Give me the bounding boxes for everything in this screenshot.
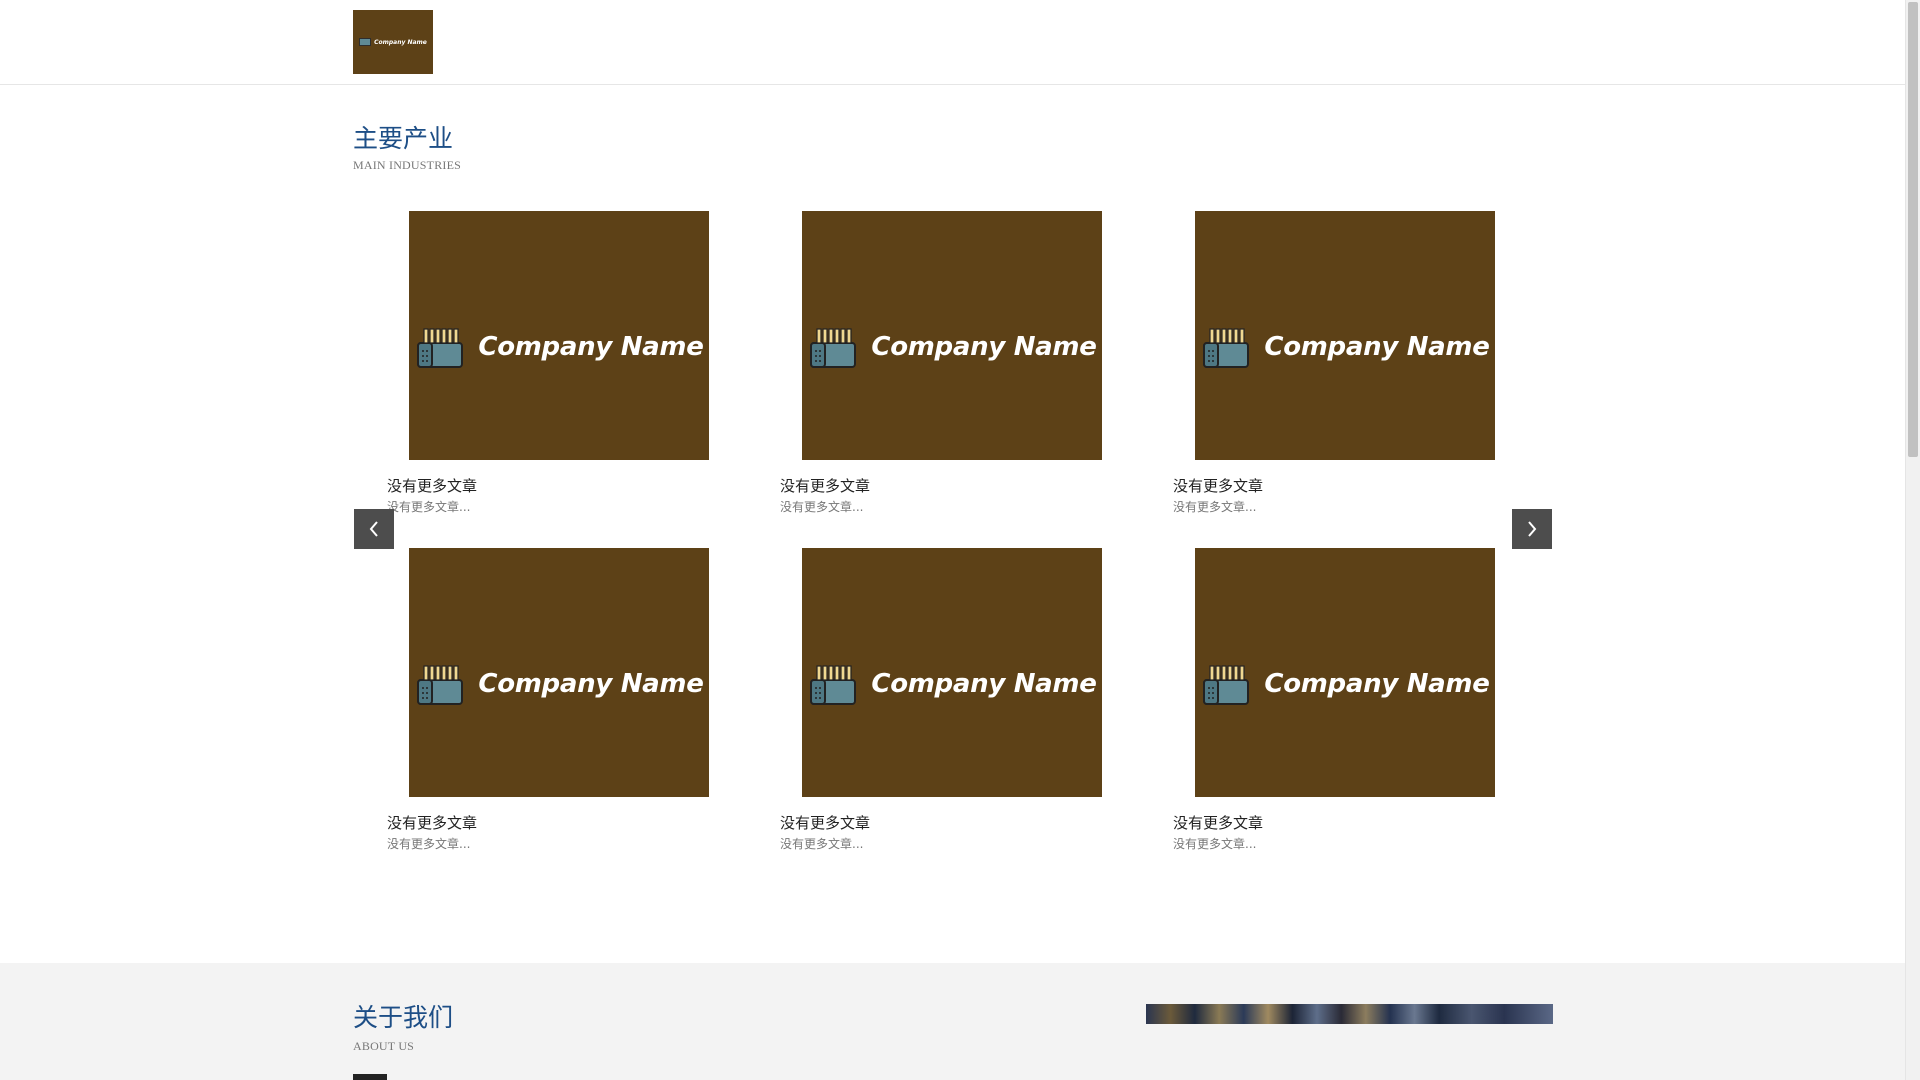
site-header: Company Name <box>0 0 1905 85</box>
battery-pack-icon <box>810 664 857 705</box>
industry-card: Company Name 没有更多文章 没有更多文章... <box>353 205 709 525</box>
card-excerpt: 没有更多文章... <box>387 500 471 514</box>
card-image[interactable]: Company Name <box>1195 548 1495 797</box>
industry-card: Company Name 没有更多文章 没有更多文章... <box>1139 542 1495 862</box>
carousel-next-button[interactable] <box>1512 509 1552 549</box>
card-excerpt: 没有更多文章... <box>387 837 471 851</box>
card-image[interactable]: Company Name <box>409 211 709 460</box>
card-excerpt: 没有更多文章... <box>780 500 864 514</box>
card-image[interactable]: Company Name <box>409 548 709 797</box>
battery-pack-icon <box>1203 664 1250 705</box>
card-image-text: Company Name <box>1264 331 1490 362</box>
logo-text: Company Name <box>374 38 427 46</box>
card-image-text: Company Name <box>478 331 704 362</box>
chevron-left-icon <box>369 521 378 537</box>
site-logo[interactable]: Company Name <box>353 10 433 74</box>
battery-pack-icon <box>417 327 464 368</box>
card-title[interactable]: 没有更多文章 <box>1173 812 1263 833</box>
card-title[interactable]: 没有更多文章 <box>780 475 870 496</box>
card-image[interactable]: Company Name <box>802 548 1102 797</box>
carousel-prev-button[interactable] <box>354 509 394 549</box>
chevron-right-icon <box>1528 521 1537 537</box>
industry-card: Company Name 没有更多文章 没有更多文章... <box>746 205 1102 525</box>
battery-pack-icon <box>810 327 857 368</box>
industry-card: Company Name 没有更多文章 没有更多文章... <box>746 542 1102 862</box>
industries-carousel: Company Name 没有更多文章 没有更多文章... Company Na… <box>353 205 1553 865</box>
industry-card: Company Name 没有更多文章 没有更多文章... <box>1139 205 1495 525</box>
card-image[interactable]: Company Name <box>1195 211 1495 460</box>
about-heading-partial <box>353 1074 387 1080</box>
scrollbar-thumb[interactable] <box>1908 2 1918 457</box>
about-title: 关于我们 <box>353 1003 454 1032</box>
card-title[interactable]: 没有更多文章 <box>387 812 477 833</box>
page: Company Name 主要产业 MAIN INDUSTRIES Compan… <box>0 0 1920 1080</box>
battery-pack-icon <box>1203 327 1250 368</box>
about-subtitle: ABOUT US <box>353 1039 415 1053</box>
battery-pack-icon <box>359 38 372 46</box>
about-photo <box>1146 1004 1553 1024</box>
card-image-text: Company Name <box>1264 668 1490 699</box>
card-title[interactable]: 没有更多文章 <box>387 475 477 496</box>
page-scrollbar[interactable] <box>1905 0 1920 1080</box>
card-title[interactable]: 没有更多文章 <box>780 812 870 833</box>
card-title[interactable]: 没有更多文章 <box>1173 475 1263 496</box>
industry-card: Company Name 没有更多文章 没有更多文章... <box>353 542 709 862</box>
card-excerpt: 没有更多文章... <box>1173 837 1257 851</box>
battery-pack-icon <box>417 664 464 705</box>
card-image[interactable]: Company Name <box>802 211 1102 460</box>
about-section: 关于我们 ABOUT US <box>0 963 1905 1080</box>
card-image-text: Company Name <box>871 668 1097 699</box>
card-excerpt: 没有更多文章... <box>780 837 864 851</box>
card-excerpt: 没有更多文章... <box>1173 500 1257 514</box>
card-image-text: Company Name <box>871 331 1097 362</box>
main-industries-subtitle: MAIN INDUSTRIES <box>353 158 461 172</box>
card-image-text: Company Name <box>478 668 704 699</box>
main-industries-title: 主要产业 <box>353 124 454 153</box>
